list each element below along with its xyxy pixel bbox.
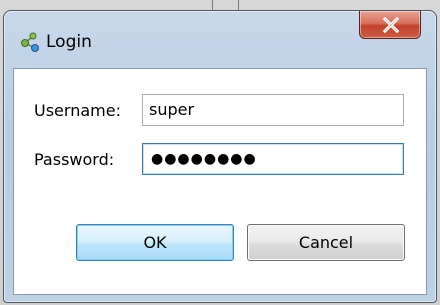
password-field[interactable]: ●●●●●●●● xyxy=(142,143,404,175)
username-field[interactable]: super xyxy=(142,94,404,126)
background-divider xyxy=(212,0,213,10)
login-dialog: Login Username: super Password: ●●●●●●●●… xyxy=(3,10,437,303)
password-mask: ●●●●●●●● xyxy=(151,151,257,167)
password-label: Password: xyxy=(34,150,115,169)
close-button[interactable] xyxy=(359,11,421,39)
ok-button[interactable]: OK xyxy=(76,224,234,261)
title-bar[interactable]: Login xyxy=(4,11,436,67)
window-title: Login xyxy=(46,32,92,52)
background-divider xyxy=(238,0,239,10)
share-network-icon xyxy=(19,31,41,53)
dialog-content: Username: super Password: ●●●●●●●● OK Ca… xyxy=(13,68,427,295)
username-label: Username: xyxy=(34,101,121,120)
cancel-button[interactable]: Cancel xyxy=(247,224,405,261)
close-icon xyxy=(382,17,400,33)
